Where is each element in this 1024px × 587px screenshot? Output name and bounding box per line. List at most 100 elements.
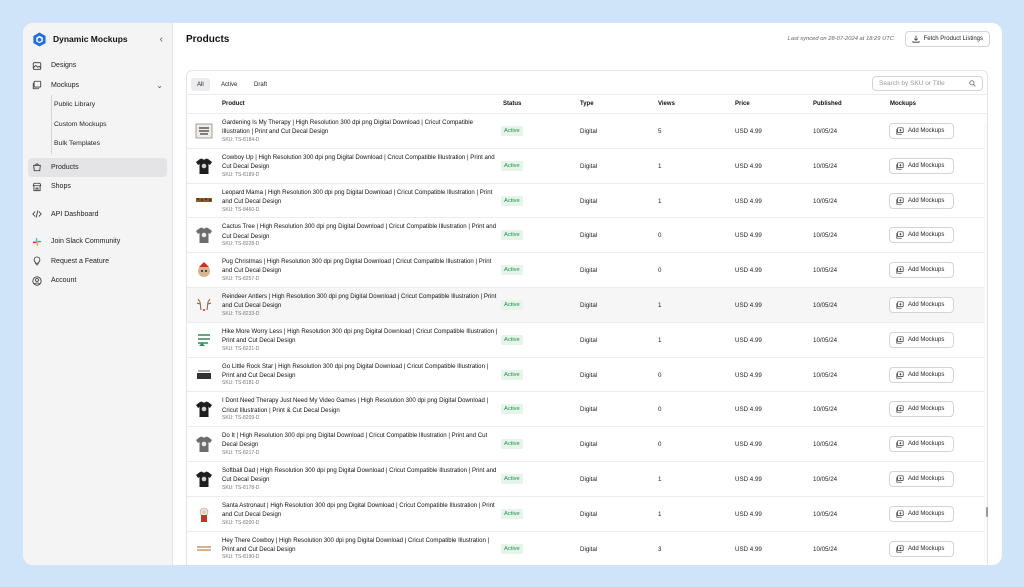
product-sku: SKU: TS-8181-D — [222, 380, 260, 387]
sidebar-item-products[interactable]: Products — [28, 157, 167, 177]
column-header-type[interactable]: Type — [580, 101, 594, 107]
add-mockups-button[interactable]: Add Mockups — [889, 401, 954, 418]
mockups-submenu: Public Library Custom Mockups Bulk Templ… — [51, 95, 172, 154]
product-title[interactable]: Go Little Rock Star | High Resolution 30… — [222, 362, 500, 380]
add-mockups-label: Add Mockups — [908, 197, 945, 204]
sidebar-item-label: API Dashboard — [51, 210, 99, 218]
table-row[interactable]: Cactus Tree | High Resolution 300 dpi pn… — [187, 218, 987, 254]
add-mockups-button[interactable]: Add Mockups — [889, 505, 954, 522]
price-cell: USD 4.99 — [735, 128, 762, 135]
add-mockups-icon — [896, 440, 904, 448]
product-title[interactable]: Reindeer Antlers | High Resolution 300 d… — [222, 292, 500, 310]
column-header-product[interactable]: Product — [222, 101, 245, 107]
add-mockups-button[interactable]: Add Mockups — [889, 157, 954, 174]
table-row[interactable]: Gardening Is My Therapy | High Resolutio… — [187, 114, 987, 149]
table-row[interactable]: Hey There Cowboy | High Resolution 300 d… — [187, 532, 987, 565]
mockups-icon — [32, 81, 42, 90]
tab-draft[interactable]: Draft — [248, 78, 273, 91]
product-title[interactable]: Softball Dad | High Resolution 300 dpi p… — [222, 466, 500, 484]
product-title[interactable]: Pug Christmas | High Resolution 300 dpi … — [222, 257, 500, 275]
sidebar-item-slack[interactable]: Join Slack Community — [28, 232, 167, 252]
sidebar-item-mockups[interactable]: Mockups ⌄ — [28, 76, 167, 96]
views-cell: 1 — [658, 336, 662, 344]
published-cell: 10/05/24 — [813, 510, 838, 518]
product-thumbnail — [194, 469, 214, 489]
products-icon — [33, 163, 41, 172]
tab-active[interactable]: Active — [215, 78, 243, 91]
price-cell: USD 4.99 — [735, 301, 762, 309]
sidebar-item-custom-mockups[interactable]: Custom Mockups — [52, 115, 172, 135]
column-header-price[interactable]: Price — [735, 101, 750, 107]
add-mockups-icon — [896, 231, 904, 239]
filter-tabs: All Active Draft — [187, 71, 987, 95]
add-mockups-button[interactable]: Add Mockups — [889, 436, 954, 453]
sidebar-item-public-library[interactable]: Public Library — [52, 95, 172, 115]
brand-name: Dynamic Mockups — [53, 34, 128, 44]
add-mockups-button[interactable]: Add Mockups — [889, 262, 954, 279]
add-mockups-icon — [896, 475, 904, 483]
product-title[interactable]: Do It | High Resolution 300 dpi png Digi… — [222, 431, 500, 449]
add-mockups-button[interactable]: Add Mockups — [889, 366, 954, 383]
price-cell: USD 4.99 — [735, 232, 762, 240]
table-row[interactable]: Santa Astronaut | High Resolution 300 dp… — [187, 497, 987, 532]
sidebar-item-bulk-templates[interactable]: Bulk Templates — [52, 134, 172, 154]
column-header-status[interactable]: Status — [503, 101, 521, 107]
status-badge: Active — [501, 299, 523, 310]
table-row[interactable]: Pug Christmas | High Resolution 300 dpi … — [187, 253, 987, 288]
tab-all[interactable]: All — [191, 78, 210, 91]
published-cell: 10/05/24 — [813, 371, 838, 379]
code-icon — [32, 210, 42, 218]
scrollbar-track[interactable] — [984, 123, 987, 563]
table-row[interactable]: Go Little Rock Star | High Resolution 30… — [187, 358, 987, 393]
table-row[interactable]: Cowboy Up | High Resolution 300 dpi png … — [187, 149, 987, 184]
column-header-views[interactable]: Views — [658, 101, 675, 107]
product-title[interactable]: Cactus Tree | High Resolution 300 dpi pn… — [222, 222, 500, 240]
sidebar-item-label: Join Slack Community — [51, 238, 121, 246]
add-mockups-button[interactable]: Add Mockups — [889, 540, 954, 557]
sidebar-item-designs[interactable]: Designs — [28, 56, 167, 76]
status-badge: Active — [501, 508, 523, 519]
table-row[interactable]: Softball Dad | High Resolution 300 dpi p… — [187, 462, 987, 497]
published-cell: 10/05/24 — [813, 162, 838, 170]
add-mockups-button[interactable]: Add Mockups — [889, 331, 954, 348]
status-badge: Active — [501, 473, 523, 484]
table-row[interactable]: Leopard Mama | High Resolution 300 dpi p… — [187, 184, 987, 219]
column-header-mockups[interactable]: Mockups — [890, 101, 916, 107]
table-row[interactable]: Do It | High Resolution 300 dpi png Digi… — [187, 427, 987, 462]
product-title[interactable]: Hey There Cowboy | High Resolution 300 d… — [222, 536, 500, 554]
product-sku: SKU: TS-8200-D — [222, 519, 260, 526]
price-cell: USD 4.99 — [735, 371, 762, 379]
sidebar-item-request-feature[interactable]: Request a Feature — [28, 252, 167, 272]
fetch-product-listings-button[interactable]: Fetch Product Listings — [904, 31, 990, 47]
column-header-published[interactable]: Published — [813, 101, 842, 107]
search-input[interactable] — [879, 80, 969, 87]
type-cell: Digital — [580, 406, 598, 414]
add-mockups-button[interactable]: Add Mockups — [889, 296, 954, 313]
table-row[interactable]: I Dont Need Therapy Just Need My Video G… — [187, 392, 987, 428]
add-mockups-button[interactable]: Add Mockups — [889, 470, 954, 487]
price-cell: USD 4.99 — [735, 545, 762, 553]
product-title[interactable]: Hike More Worry Less | High Resolution 3… — [222, 327, 500, 345]
table-row[interactable]: Reindeer Antlers | High Resolution 300 d… — [187, 287, 987, 323]
product-title[interactable]: Cowboy Up | High Resolution 300 dpi png … — [222, 153, 500, 171]
sidebar-item-api-dashboard[interactable]: API Dashboard — [28, 205, 167, 225]
add-mockups-button[interactable]: Add Mockups — [889, 192, 954, 209]
add-mockups-label: Add Mockups — [908, 301, 945, 308]
scrollbar-thumb[interactable] — [986, 507, 988, 517]
published-cell: 10/05/24 — [813, 441, 838, 449]
product-title[interactable]: Leopard Mama | High Resolution 300 dpi p… — [222, 188, 500, 206]
add-mockups-icon — [896, 336, 904, 344]
views-cell: 0 — [658, 406, 662, 414]
table-row[interactable]: Hike More Worry Less | High Resolution 3… — [187, 323, 987, 358]
product-title[interactable]: I Dont Need Therapy Just Need My Video G… — [222, 396, 500, 414]
collapse-sidebar-icon[interactable]: ‹ — [160, 34, 163, 45]
product-title[interactable]: Gardening Is My Therapy | High Resolutio… — [222, 118, 500, 136]
add-mockups-button[interactable]: Add Mockups — [889, 123, 954, 139]
add-mockups-icon — [896, 162, 904, 170]
product-thumbnail — [194, 539, 214, 559]
add-mockups-button[interactable]: Add Mockups — [889, 227, 954, 244]
product-title[interactable]: Santa Astronaut | High Resolution 300 dp… — [222, 501, 500, 519]
sidebar-item-account[interactable]: Account — [28, 271, 167, 291]
user-icon — [32, 276, 42, 286]
sidebar-item-shops[interactable]: Shops — [28, 177, 167, 197]
